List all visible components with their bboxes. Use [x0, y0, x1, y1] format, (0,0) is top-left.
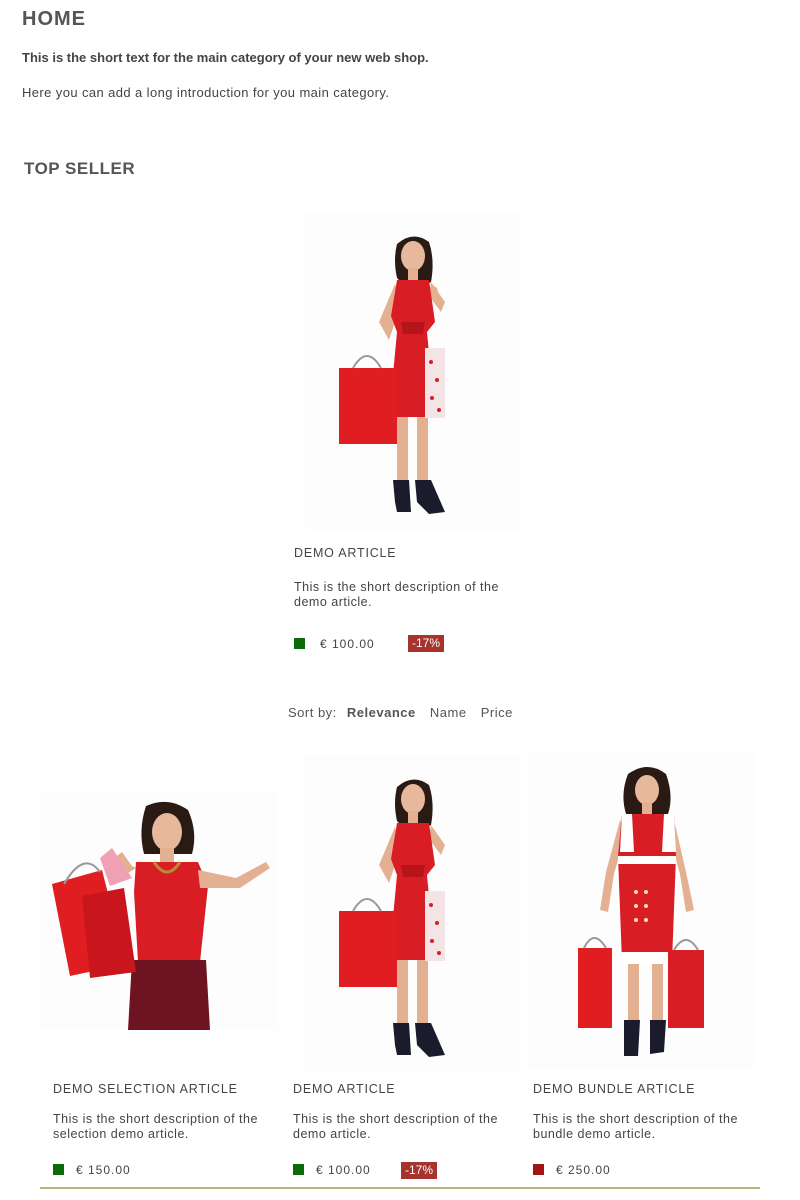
stock-indicator [53, 1164, 64, 1175]
sort-bar: Sort by: Relevance Name Price [288, 705, 523, 720]
product-description: This is the short description of the sel… [53, 1112, 258, 1141]
product-image[interactable] [305, 755, 520, 1073]
top-seller-product-image[interactable] [305, 212, 520, 530]
product-description: This is the short description of the bun… [533, 1112, 738, 1141]
category-long-text: Here you can add a long introduction for… [22, 85, 390, 100]
product-price: € 150.00 [76, 1163, 131, 1177]
product-name[interactable]: DEMO SELECTION ARTICLE [53, 1082, 238, 1096]
product-name[interactable]: DEMO ARTICLE [293, 1082, 395, 1096]
woman-red-top-image [52, 801, 270, 1030]
product-price: € 250.00 [556, 1163, 611, 1177]
product-image[interactable] [40, 792, 278, 1030]
product-description: This is the short description of the dem… [293, 1112, 498, 1141]
discount-badge: -17% [408, 635, 445, 652]
woman-red-wrap-dress-image [339, 236, 445, 514]
woman-red-white-dress-image [578, 767, 704, 1056]
sort-option-price[interactable]: Price [481, 705, 513, 720]
stock-indicator [293, 1164, 304, 1175]
woman-red-wrap-dress-image [339, 779, 445, 1057]
stock-indicator [294, 638, 305, 649]
category-short-text: This is the short text for the main cate… [22, 50, 429, 65]
sort-label: Sort by: [288, 705, 337, 720]
product-price: € 100.00 [316, 1163, 371, 1177]
top-seller-product-price: € 100.00 [320, 637, 375, 651]
top-seller-product-description: This is the short description of the dem… [294, 580, 499, 609]
footer-divider [40, 1187, 760, 1189]
top-seller-title: TOP SELLER [24, 159, 136, 178]
top-seller-product-name[interactable]: DEMO ARTICLE [294, 546, 396, 560]
product-name[interactable]: DEMO BUNDLE ARTICLE [533, 1082, 695, 1096]
product-image[interactable] [528, 752, 754, 1070]
sort-option-name[interactable]: Name [430, 705, 467, 720]
sort-option-relevance[interactable]: Relevance [347, 705, 416, 720]
discount-badge: -17% [401, 1162, 438, 1179]
page-title: HOME [22, 8, 86, 30]
stock-indicator [533, 1164, 544, 1175]
